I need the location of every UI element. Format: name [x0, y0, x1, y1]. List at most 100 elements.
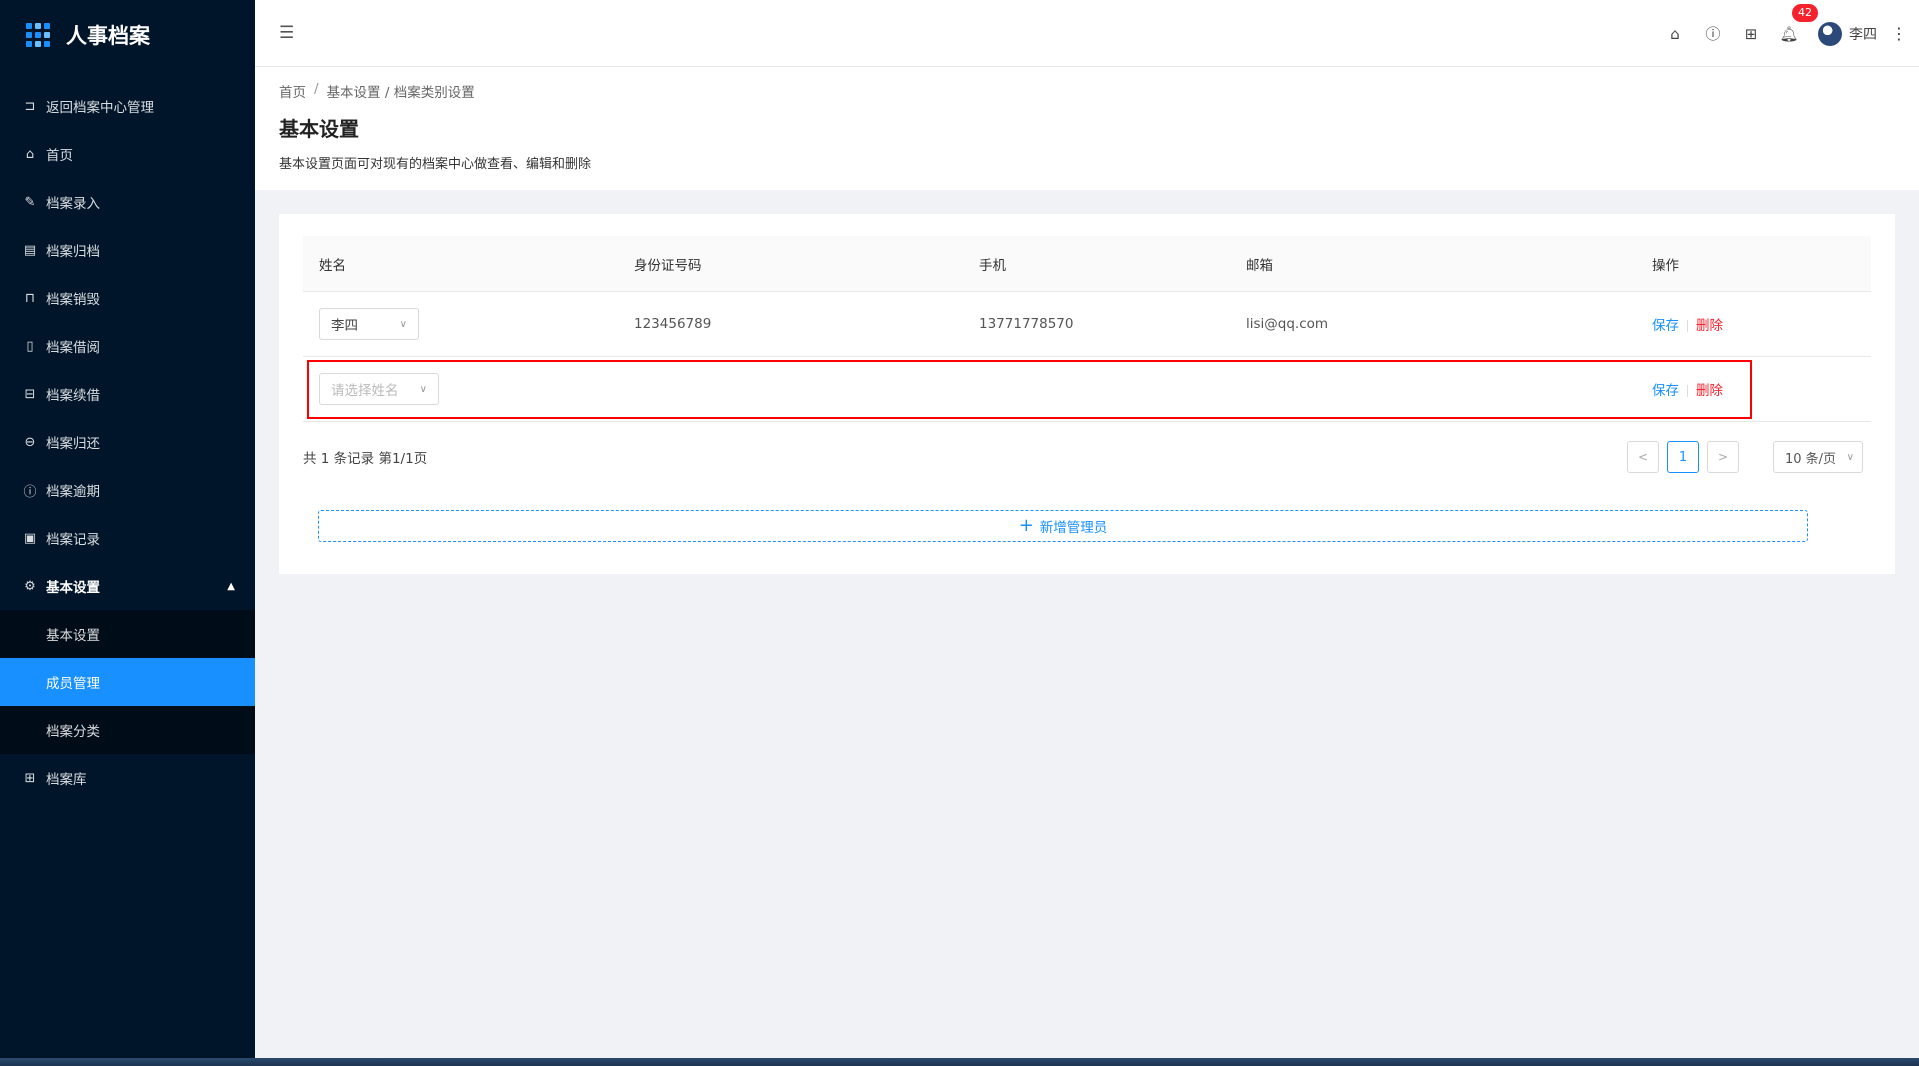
name-cell: 李四 ∨	[303, 308, 618, 340]
column-header-actions: 操作	[1652, 257, 1679, 274]
chevron-up-icon: ▲	[227, 580, 235, 592]
page-title: 基本设置	[279, 117, 359, 141]
sidebar-item-label: 档案归档	[46, 244, 100, 260]
help-icon[interactable]: ⓘ	[1694, 23, 1732, 44]
column-header-id: 身份证号码	[634, 257, 702, 274]
sidebar-item-label: 档案归还	[46, 436, 100, 452]
avatar	[1818, 21, 1842, 46]
plus-icon: +	[1018, 515, 1034, 536]
sidebar-item-destroy[interactable]: ⊓ 档案销毁	[0, 274, 255, 322]
save-button[interactable]: 保存	[1652, 318, 1679, 334]
sidebar-item-label: 档案逾期	[46, 484, 100, 500]
breadcrumb-separator: /	[314, 81, 319, 97]
alert-icon: ⓘ	[23, 484, 37, 500]
grid-icon: ⊞	[24, 770, 36, 786]
book-icon: ▯	[26, 338, 34, 354]
sidebar-item-return[interactable]: ⊐ 返回档案中心管理	[0, 82, 255, 130]
add-admin-label: 新增管理员	[1039, 520, 1108, 536]
breadcrumb: 首页 / 基本设置 / 档案类别设置	[279, 81, 1919, 101]
page-description: 基本设置页面可对现有的档案中心做查看、编辑和删除	[279, 157, 592, 172]
edit-icon: ✎	[24, 194, 36, 210]
menu-fold-icon[interactable]: ☰	[279, 24, 297, 42]
sidebar-subitem-member-management[interactable]: 成员管理	[0, 658, 255, 706]
sidebar-item-library[interactable]: ⊞ 档案库	[0, 754, 255, 802]
member-card: 姓名 身份证号码 手机 邮箱 操作 李四 ∨ 123456789 1377177…	[279, 214, 1895, 574]
breadcrumb-current: 基本设置 / 档案类别设置	[326, 85, 475, 101]
page-button[interactable]: 1	[1667, 441, 1699, 473]
record-icon: ▣	[23, 530, 37, 546]
delete-button[interactable]: 删除	[1696, 383, 1723, 399]
sidebar-subitem-basic-settings[interactable]: 基本设置	[0, 610, 255, 658]
sidebar-item-borrow[interactable]: ▯ 档案借阅	[0, 322, 255, 370]
divider	[1687, 320, 1688, 332]
breadcrumb-home[interactable]: 首页	[279, 81, 306, 101]
table-row-new: 请选择姓名 ∨ 保存 删除	[303, 357, 1871, 422]
divider	[1687, 385, 1688, 397]
sidebar-subitem-archive-category[interactable]: 档案分类	[0, 706, 255, 754]
archive-icon: ▤	[23, 242, 37, 258]
home-icon: ⌂	[25, 146, 35, 162]
renew-icon: ⊟	[24, 386, 36, 402]
sidebar-item-renew[interactable]: ⊟ 档案续借	[0, 370, 255, 418]
apps-grid-icon	[26, 23, 50, 47]
top-header: ☰ ⌂ ⓘ ⊞ 🔔︎ 42 李四 ⋮	[255, 0, 1919, 67]
sidebar-item-overdue[interactable]: ⓘ 档案逾期	[0, 466, 255, 514]
notification-badge: 42	[1792, 3, 1818, 22]
header-actions: ⌂ ⓘ ⊞ 🔔︎ 42 李四 ⋮	[1656, 0, 1919, 67]
pagination-summary: 共 1 条记录 第1/1页	[303, 451, 428, 467]
more-vertical-icon[interactable]: ⋮	[1889, 24, 1909, 43]
name-select-new[interactable]: 请选择姓名 ∨	[319, 373, 439, 405]
add-admin-button[interactable]: + 新增管理员	[318, 510, 1808, 542]
sidebar-item-archive[interactable]: ▤ 档案归档	[0, 226, 255, 274]
logo: 人事档案	[0, 0, 255, 70]
os-taskbar	[0, 1058, 1919, 1066]
chevron-down-icon: ∨	[419, 383, 427, 395]
chevron-down-icon: ∨	[1846, 451, 1854, 463]
sidebar-item-home[interactable]: ⌂ 首页	[0, 130, 255, 178]
user-menu[interactable]: 李四	[1818, 21, 1877, 46]
sidebar-item-label: 档案库	[46, 772, 87, 788]
sidebar-item-return-file[interactable]: ⊖ 档案归还	[0, 418, 255, 466]
save-button[interactable]: 保存	[1652, 383, 1679, 399]
table-header: 姓名 身份证号码 手机 邮箱 操作	[303, 236, 1871, 292]
sidebar-item-settings[interactable]: ⚙ 基本设置 ▲	[0, 562, 255, 610]
page-size-value: 10 条/页	[1785, 451, 1837, 467]
prev-page-button[interactable]: <	[1627, 441, 1659, 473]
sidebar-item-label: 档案借阅	[46, 340, 100, 356]
sidebar-item-label: 档案记录	[46, 532, 100, 548]
table-row: 李四 ∨ 123456789 13771778570 lisi@qq.com 保…	[303, 292, 1871, 357]
gear-icon: ⚙	[24, 578, 36, 594]
sidebar-item-entry[interactable]: ✎ 档案录入	[0, 178, 255, 226]
sidebar-item-label: 档案续借	[46, 388, 100, 404]
page-header: 首页 / 基本设置 / 档案类别设置 基本设置 基本设置页面可对现有的档案中心做…	[255, 67, 1919, 190]
return-box-icon: ⊖	[24, 434, 36, 450]
settings-submenu: 基本设置 成员管理 档案分类	[0, 610, 255, 754]
delete-button[interactable]: 删除	[1696, 318, 1723, 334]
column-header-email: 邮箱	[1246, 257, 1273, 274]
trash-icon: ⊓	[24, 290, 36, 306]
sidebar-item-label: 档案销毁	[46, 292, 100, 308]
email-cell: lisi@qq.com	[1246, 316, 1329, 332]
bell-icon[interactable]: 🔔︎ 42	[1770, 3, 1818, 43]
actions-cell: 保存 删除	[1636, 379, 1871, 399]
sidebar-item-label: 档案录入	[46, 196, 100, 212]
sidebar-item-records[interactable]: ▣ 档案记录	[0, 514, 255, 562]
column-header-phone: 手机	[979, 257, 1006, 274]
pagination: < 1 > 10 条/页 ∨	[1627, 441, 1871, 473]
home-icon[interactable]: ⌂	[1656, 25, 1694, 43]
member-table: 姓名 身份证号码 手机 邮箱 操作 李四 ∨ 123456789 1377177…	[303, 236, 1871, 422]
app-title: 人事档案	[66, 24, 150, 48]
chevron-down-icon: ∨	[399, 318, 407, 330]
sidebar-item-label: 基本设置	[46, 580, 100, 596]
table-footer: 共 1 条记录 第1/1页 < 1 > 10 条/页 ∨	[303, 440, 1871, 474]
phone-cell: 13771778570	[979, 316, 1074, 332]
sidebar-item-label: 首页	[46, 148, 73, 164]
next-page-button[interactable]: >	[1707, 441, 1739, 473]
column-header-name: 姓名	[319, 257, 346, 274]
apps-icon[interactable]: ⊞	[1732, 25, 1770, 43]
page-size-select[interactable]: 10 条/页 ∨	[1773, 441, 1863, 473]
return-icon: ⊐	[24, 98, 36, 114]
sidebar-item-label: 返回档案中心管理	[46, 100, 154, 116]
sidebar-menu: ⊐ 返回档案中心管理 ⌂ 首页 ✎ 档案录入 ▤ 档案归档 ⊓ 档案销毁 ▯ 档案借阅 ⊟ 档…	[0, 82, 255, 802]
name-select[interactable]: 李四 ∨	[319, 308, 419, 340]
